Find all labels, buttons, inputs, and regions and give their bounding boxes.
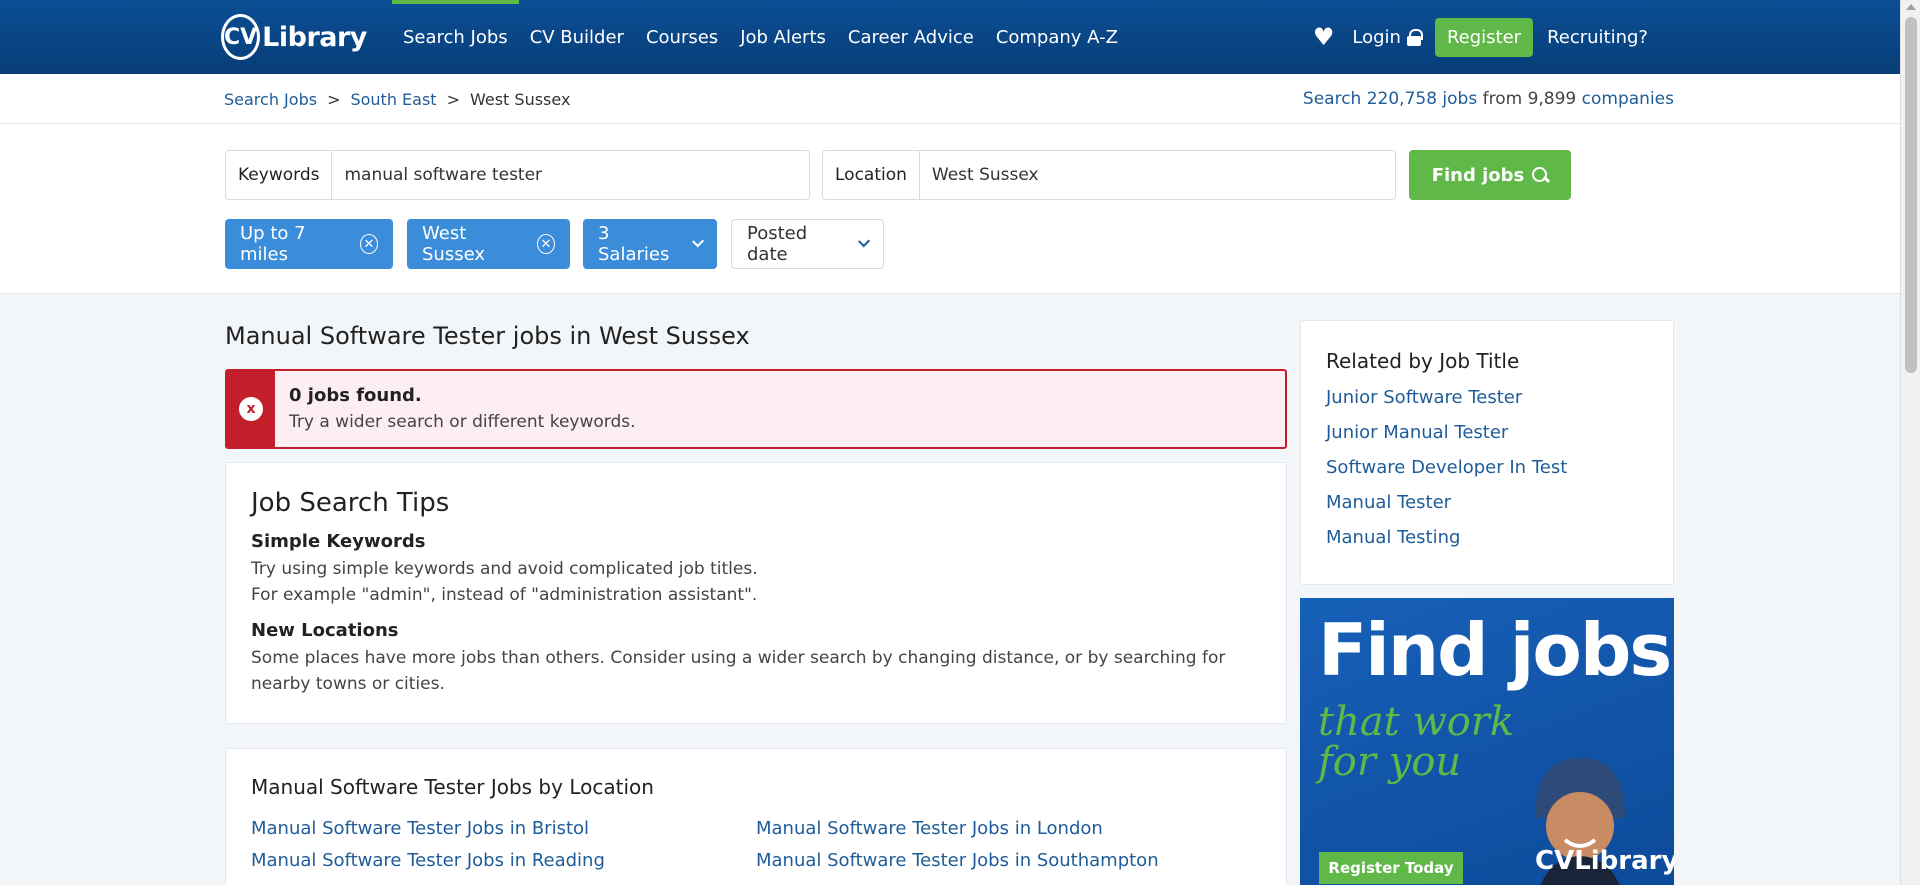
- related-job-titles: Related by Job Title Junior Software Tes…: [1300, 320, 1674, 585]
- job-stats: Search 220,758 jobs from 9,899 companies: [1303, 89, 1674, 109]
- breadcrumb-bar: Search Jobs > South East > West Sussex S…: [0, 74, 1900, 124]
- tip-text: For example "admin", instead of "adminis…: [251, 585, 758, 605]
- related-link[interactable]: Manual Tester: [1326, 492, 1451, 513]
- login-label: Login: [1352, 26, 1401, 48]
- stats-jobs: 220,758 jobs: [1366, 89, 1478, 109]
- ad-subtitle-line: for you: [1318, 739, 1462, 785]
- logo-text: Library: [262, 21, 367, 53]
- location-link-london[interactable]: Manual Software Tester Jobs in London: [756, 818, 1103, 839]
- nav-career-advice[interactable]: Career Advice: [837, 0, 985, 74]
- tips-title: Job Search Tips: [251, 488, 450, 518]
- advert-banner[interactable]: Find jobs that work for you Register Tod…: [1300, 598, 1674, 885]
- filter-distance-chip[interactable]: Up to 7 miles ✕: [225, 219, 393, 269]
- related-link[interactable]: Junior Manual Tester: [1326, 422, 1508, 443]
- nav-courses[interactable]: Courses: [635, 0, 729, 74]
- jobs-by-location: Manual Software Tester Jobs by Location …: [225, 748, 1287, 885]
- stats-middle: from 9,899: [1482, 89, 1577, 109]
- chevron-down-icon: [857, 235, 870, 248]
- breadcrumb-search-jobs[interactable]: Search Jobs: [224, 90, 317, 109]
- chevron-down-icon: [691, 235, 704, 248]
- breadcrumb-current: West Sussex: [469, 90, 571, 109]
- keywords-field: Keywords: [225, 150, 810, 200]
- find-jobs-label: Find jobs: [1431, 164, 1525, 186]
- filter-location-chip[interactable]: West Sussex ✕: [407, 219, 570, 269]
- close-icon[interactable]: ✕: [536, 234, 555, 254]
- nav-company-a-z[interactable]: Company A-Z: [985, 0, 1129, 74]
- error-icon: x: [239, 397, 263, 421]
- search-icon: [1532, 167, 1548, 183]
- alert-title: 0 jobs found.: [289, 385, 422, 406]
- keywords-label: Keywords: [226, 151, 333, 199]
- filter-posted-date-dropdown[interactable]: Posted date: [731, 219, 884, 269]
- ad-subtitle-line: that work: [1318, 699, 1515, 745]
- nav-search-jobs[interactable]: Search Jobs: [392, 0, 519, 74]
- ad-title: Find jobs: [1318, 608, 1672, 692]
- scroll-thumb[interactable]: [1905, 17, 1917, 373]
- recruiting-link[interactable]: Recruiting?: [1547, 27, 1648, 48]
- breadcrumb-separator: >: [446, 90, 460, 109]
- breadcrumb-south-east[interactable]: South East: [350, 90, 436, 109]
- lock-icon: [1406, 29, 1423, 46]
- location-field: Location: [822, 150, 1396, 200]
- stats-search-link[interactable]: Search 220,758 jobs: [1303, 89, 1477, 109]
- job-search-tips: Job Search Tips Simple Keywords Try usin…: [225, 462, 1287, 724]
- search-panel: Keywords Location Find jobs Up to 7 mile…: [0, 124, 1900, 294]
- site-header: CV Library Search Jobs CV Builder Course…: [0, 0, 1900, 74]
- location-link-reading[interactable]: Manual Software Tester Jobs in Reading: [251, 850, 605, 871]
- stats-companies-link[interactable]: companies: [1582, 89, 1674, 109]
- related-link[interactable]: Junior Software Tester: [1326, 387, 1522, 408]
- related-link[interactable]: Software Developer In Test: [1326, 457, 1567, 478]
- locations-title: Manual Software Tester Jobs by Location: [251, 775, 654, 799]
- location-label: Location: [823, 151, 920, 199]
- find-jobs-button[interactable]: Find jobs: [1409, 150, 1571, 200]
- close-icon[interactable]: ✕: [360, 234, 378, 254]
- related-title: Related by Job Title: [1326, 349, 1520, 373]
- related-link[interactable]: Manual Testing: [1326, 527, 1460, 548]
- filter-salaries-dropdown[interactable]: 3 Salaries: [583, 219, 717, 269]
- nav-cv-builder[interactable]: CV Builder: [519, 0, 635, 74]
- heart-icon[interactable]: ♥: [1313, 23, 1335, 51]
- ad-subtitle: that work for you: [1318, 702, 1514, 782]
- login-link[interactable]: Login: [1352, 26, 1423, 48]
- header-actions: ♥ Login Register Recruiting?: [1313, 0, 1648, 74]
- tip-heading-keywords: Simple Keywords: [251, 531, 426, 552]
- page-title: Manual Software Tester jobs in West Suss…: [225, 322, 750, 350]
- ad-register-today-button[interactable]: Register Today: [1319, 852, 1463, 884]
- filter-distance-label: Up to 7 miles: [240, 223, 306, 265]
- location-link-southampton[interactable]: Manual Software Tester Jobs in Southampt…: [756, 850, 1159, 871]
- keywords-input[interactable]: [332, 151, 809, 199]
- breadcrumb-separator: >: [327, 90, 341, 109]
- logo-badge: CV: [221, 14, 261, 60]
- tip-text: Try using simple keywords and avoid comp…: [251, 559, 758, 579]
- scroll-up-icon[interactable]: [1906, 4, 1916, 10]
- breadcrumb: Search Jobs > South East > West Sussex: [224, 90, 570, 109]
- filter-salaries-label: 3 Salaries: [598, 223, 670, 265]
- location-link-bristol[interactable]: Manual Software Tester Jobs in Bristol: [251, 818, 589, 839]
- filter-posted-date-label: Posted date: [747, 223, 808, 265]
- tip-text: Some places have more jobs than others. …: [251, 648, 1226, 694]
- no-results-alert: x 0 jobs found. Try a wider search or di…: [225, 369, 1287, 449]
- main-nav: Search Jobs CV Builder Courses Job Alert…: [392, 0, 1129, 74]
- register-button[interactable]: Register: [1434, 17, 1534, 57]
- ad-logo: CVLibrary: [1535, 846, 1674, 876]
- alert-side: x: [227, 371, 275, 447]
- stats-prefix: Search: [1302, 89, 1362, 109]
- filter-location-label: West Sussex: [422, 223, 485, 265]
- location-input[interactable]: [919, 151, 1395, 199]
- cv-library-logo[interactable]: CV Library: [221, 11, 367, 63]
- nav-job-alerts[interactable]: Job Alerts: [729, 0, 837, 74]
- tip-heading-locations: New Locations: [251, 620, 399, 641]
- page-scrollbar[interactable]: [1900, 0, 1920, 885]
- alert-text: Try a wider search or different keywords…: [289, 412, 636, 432]
